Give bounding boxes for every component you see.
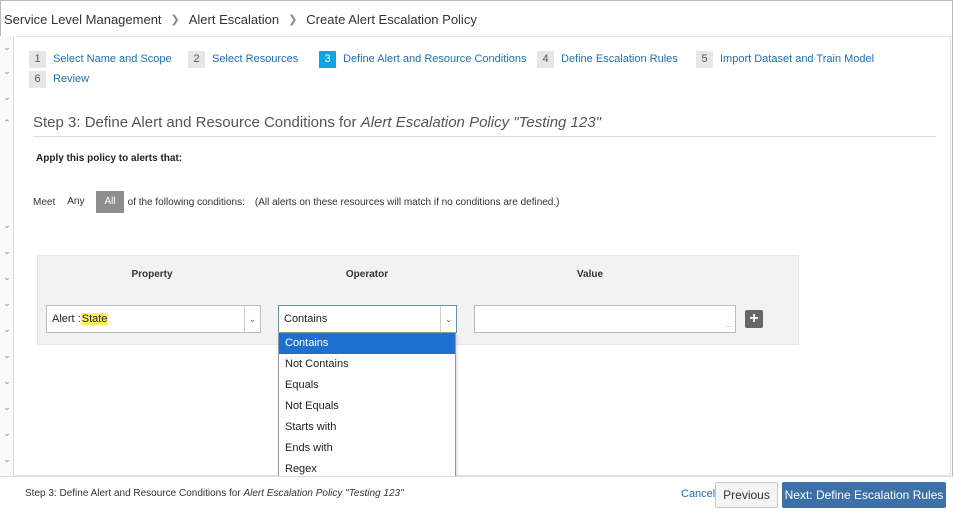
- chevron-down-icon[interactable]: ⌄: [2, 298, 12, 308]
- step-number: 2: [188, 51, 205, 68]
- column-header-property: Property: [131, 269, 173, 280]
- divider: [33, 136, 936, 137]
- step-number: 5: [696, 51, 713, 68]
- dropdown-option-ends-with[interactable]: Ends with: [279, 438, 455, 459]
- plus-icon: +: [749, 310, 759, 327]
- column-header-value: Value: [576, 269, 604, 280]
- step-label: Select Resources: [212, 53, 299, 65]
- chevron-right-icon: ❯: [288, 13, 298, 26]
- dropdown-option-not-equals[interactable]: Not Equals: [279, 396, 455, 417]
- chevron-down-icon[interactable]: ⌄: [2, 454, 12, 464]
- chevron-down-icon[interactable]: ⌄: [2, 92, 12, 102]
- resize-handle-icon[interactable]: ⋯: [725, 323, 733, 331]
- conditions-note: (All alerts on these resources will matc…: [254, 196, 560, 208]
- dropdown-option-not-contains[interactable]: Not Contains: [279, 354, 455, 375]
- property-select[interactable]: Alert : State ⌄: [46, 305, 261, 333]
- chevron-down-icon[interactable]: ⌄: [2, 350, 12, 360]
- conditions-label: of the following conditions:: [127, 196, 245, 208]
- wizard-step-2[interactable]: 2 Select Resources: [188, 51, 298, 68]
- chevron-down-icon: ⌄: [244, 306, 260, 332]
- page-title-policy: Alert Escalation Policy "Testing 123": [360, 114, 601, 131]
- left-nav-rail: ⌄ ⌄ ⌄ ⌃ ⌄ ⌄ ⌄ ⌄ ⌄ ⌄ ⌄ ⌄ ⌄ ⌄: [0, 36, 14, 476]
- chevron-down-icon[interactable]: ⌄: [2, 272, 12, 282]
- step-label: Select Name and Scope: [53, 53, 172, 65]
- wizard-step-1[interactable]: 1 Select Name and Scope: [29, 51, 172, 68]
- previous-button[interactable]: Previous: [715, 482, 778, 508]
- step-label: Define Alert and Resource Conditions: [343, 53, 527, 65]
- dropdown-option-equals[interactable]: Equals: [279, 375, 455, 396]
- apply-policy-label: Apply this policy to alerts that:: [36, 153, 183, 164]
- match-all-toggle[interactable]: All: [96, 191, 124, 213]
- column-header-operator: Operator: [345, 269, 389, 280]
- step-number: 3: [319, 51, 336, 68]
- page-title: Step 3: Define Alert and Resource Condit…: [33, 114, 601, 131]
- breadcrumb-item-alert-escalation[interactable]: Alert Escalation: [189, 12, 279, 27]
- wizard-step-3[interactable]: 3 Define Alert and Resource Conditions: [319, 51, 526, 68]
- step-number: 6: [29, 71, 46, 88]
- step-label: Define Escalation Rules: [561, 53, 678, 65]
- wizard-footer: Step 3: Define Alert and Resource Condit…: [0, 476, 953, 513]
- footer-status-policy: Alert Escalation Policy "Testing 123": [243, 488, 404, 499]
- chevron-down-icon[interactable]: ⌄: [2, 428, 12, 438]
- dropdown-option-starts-with[interactable]: Starts with: [279, 417, 455, 438]
- operator-select[interactable]: Contains ⌄: [278, 305, 457, 333]
- match-any-toggle[interactable]: Any: [59, 191, 93, 213]
- step-number: 1: [29, 51, 46, 68]
- chevron-right-icon: ❯: [170, 13, 180, 26]
- cancel-button[interactable]: Cancel: [681, 488, 715, 500]
- chevron-down-icon[interactable]: ⌄: [2, 376, 12, 386]
- match-mode-row: Meet Any All of the following conditions…: [33, 191, 559, 213]
- wizard-step-6[interactable]: 6 Review: [29, 71, 89, 88]
- wizard-step-5[interactable]: 5 Import Dataset and Train Model: [696, 51, 874, 68]
- step-number: 4: [537, 51, 554, 68]
- dropdown-option-contains[interactable]: Contains: [279, 333, 455, 354]
- chevron-down-icon[interactable]: ⌄: [2, 42, 12, 52]
- chevron-down-icon[interactable]: ⌄: [2, 246, 12, 256]
- step-label: Import Dataset and Train Model: [720, 53, 875, 65]
- chevron-down-icon[interactable]: ⌄: [2, 324, 12, 334]
- next-button[interactable]: Next: Define Escalation Rules: [782, 482, 946, 508]
- property-value: State: [80, 313, 109, 325]
- chevron-down-icon[interactable]: ⌄: [2, 220, 12, 230]
- footer-status: Step 3: Define Alert and Resource Condit…: [25, 488, 404, 499]
- meet-label: Meet: [33, 196, 56, 208]
- value-input[interactable]: ⋯: [474, 305, 736, 333]
- property-prefix: Alert :: [52, 313, 81, 325]
- step-label: Review: [53, 73, 90, 85]
- breadcrumb-item-slm[interactable]: Service Level Management: [4, 12, 162, 27]
- footer-status-prefix: Step 3: Define Alert and Resource Condit…: [25, 488, 244, 499]
- chevron-down-icon[interactable]: ⌄: [2, 66, 12, 76]
- breadcrumb: Service Level Management ❯ Alert Escalat…: [4, 10, 477, 28]
- add-condition-button[interactable]: +: [745, 310, 763, 328]
- breadcrumb-item-create-policy: Create Alert Escalation Policy: [306, 11, 477, 27]
- chevron-down-icon: ⌄: [440, 306, 456, 332]
- chevron-down-icon[interactable]: ⌄: [2, 402, 12, 412]
- operator-value: Contains: [284, 313, 328, 325]
- wizard-step-4[interactable]: 4 Define Escalation Rules: [537, 51, 678, 68]
- operator-dropdown-list: Contains Not Contains Equals Not Equals …: [278, 332, 456, 480]
- page-title-prefix: Step 3: Define Alert and Resource Condit…: [33, 114, 361, 131]
- chevron-up-icon[interactable]: ⌃: [2, 118, 12, 128]
